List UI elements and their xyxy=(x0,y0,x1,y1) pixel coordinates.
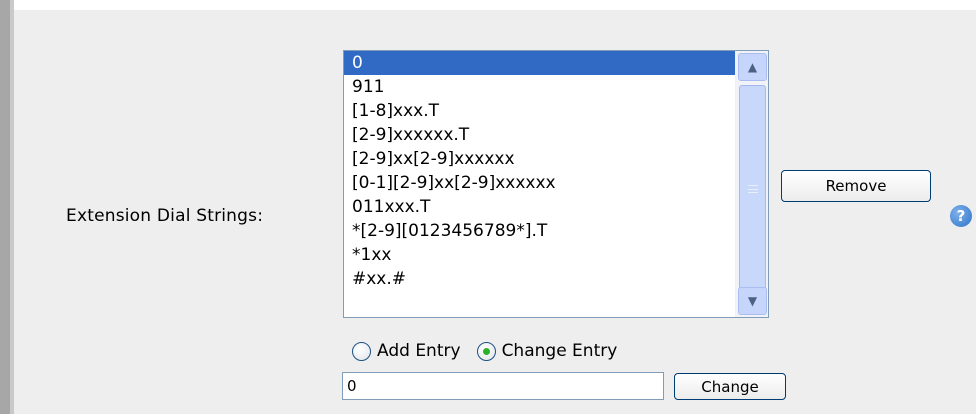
scroll-up-arrow-icon: ▲ xyxy=(747,60,758,74)
list-item[interactable]: 911 xyxy=(344,75,736,99)
dial-string-entry-input[interactable] xyxy=(342,372,664,400)
listbox-scrollbar[interactable]: ▲ ▼ xyxy=(735,51,768,317)
list-item[interactable]: 011xxx.T xyxy=(344,195,736,219)
scroll-up-button[interactable]: ▲ xyxy=(738,53,767,81)
change-entry-label: Change Entry xyxy=(501,341,618,361)
scrollbar-grip-icon xyxy=(747,185,758,193)
remove-button[interactable]: Remove xyxy=(781,170,931,202)
scroll-down-button[interactable]: ▼ xyxy=(738,287,767,315)
dial-strings-list: 0 911 [1-8]xxx.T [2-9]xxxxxx.T [2-9]xx[2… xyxy=(344,51,736,317)
help-icon[interactable]: ? xyxy=(950,205,972,227)
list-item[interactable]: [0-1][2-9]xx[2-9]xxxxxx xyxy=(344,171,736,195)
change-button[interactable]: Change xyxy=(674,373,786,400)
scroll-down-arrow-icon: ▼ xyxy=(747,294,758,308)
entry-mode-radio-group: Add Entry Change Entry xyxy=(352,338,633,364)
add-entry-radio[interactable] xyxy=(352,341,371,361)
list-item[interactable]: *1xx xyxy=(344,243,736,267)
list-item[interactable]: *[2-9][0123456789*].T xyxy=(344,219,736,243)
list-item[interactable]: [2-9]xx[2-9]xxxxxx xyxy=(344,147,736,171)
list-item[interactable]: [1-8]xxx.T xyxy=(344,99,736,123)
list-item[interactable]: [2-9]xxxxxx.T xyxy=(344,123,736,147)
add-entry-label: Add Entry xyxy=(377,341,461,361)
scrollbar-thumb[interactable] xyxy=(739,85,766,293)
extension-dial-strings-label: Extension Dial Strings: xyxy=(66,206,264,226)
add-entry-option[interactable]: Add Entry xyxy=(352,341,461,361)
dial-strings-listbox[interactable]: 0 911 [1-8]xxx.T [2-9]xxxxxx.T [2-9]xx[2… xyxy=(343,50,769,318)
list-item[interactable]: #xx.# xyxy=(344,267,736,291)
list-item[interactable]: 0 xyxy=(344,51,736,75)
change-entry-radio[interactable] xyxy=(476,341,496,361)
change-entry-option[interactable]: Change Entry xyxy=(476,341,618,361)
